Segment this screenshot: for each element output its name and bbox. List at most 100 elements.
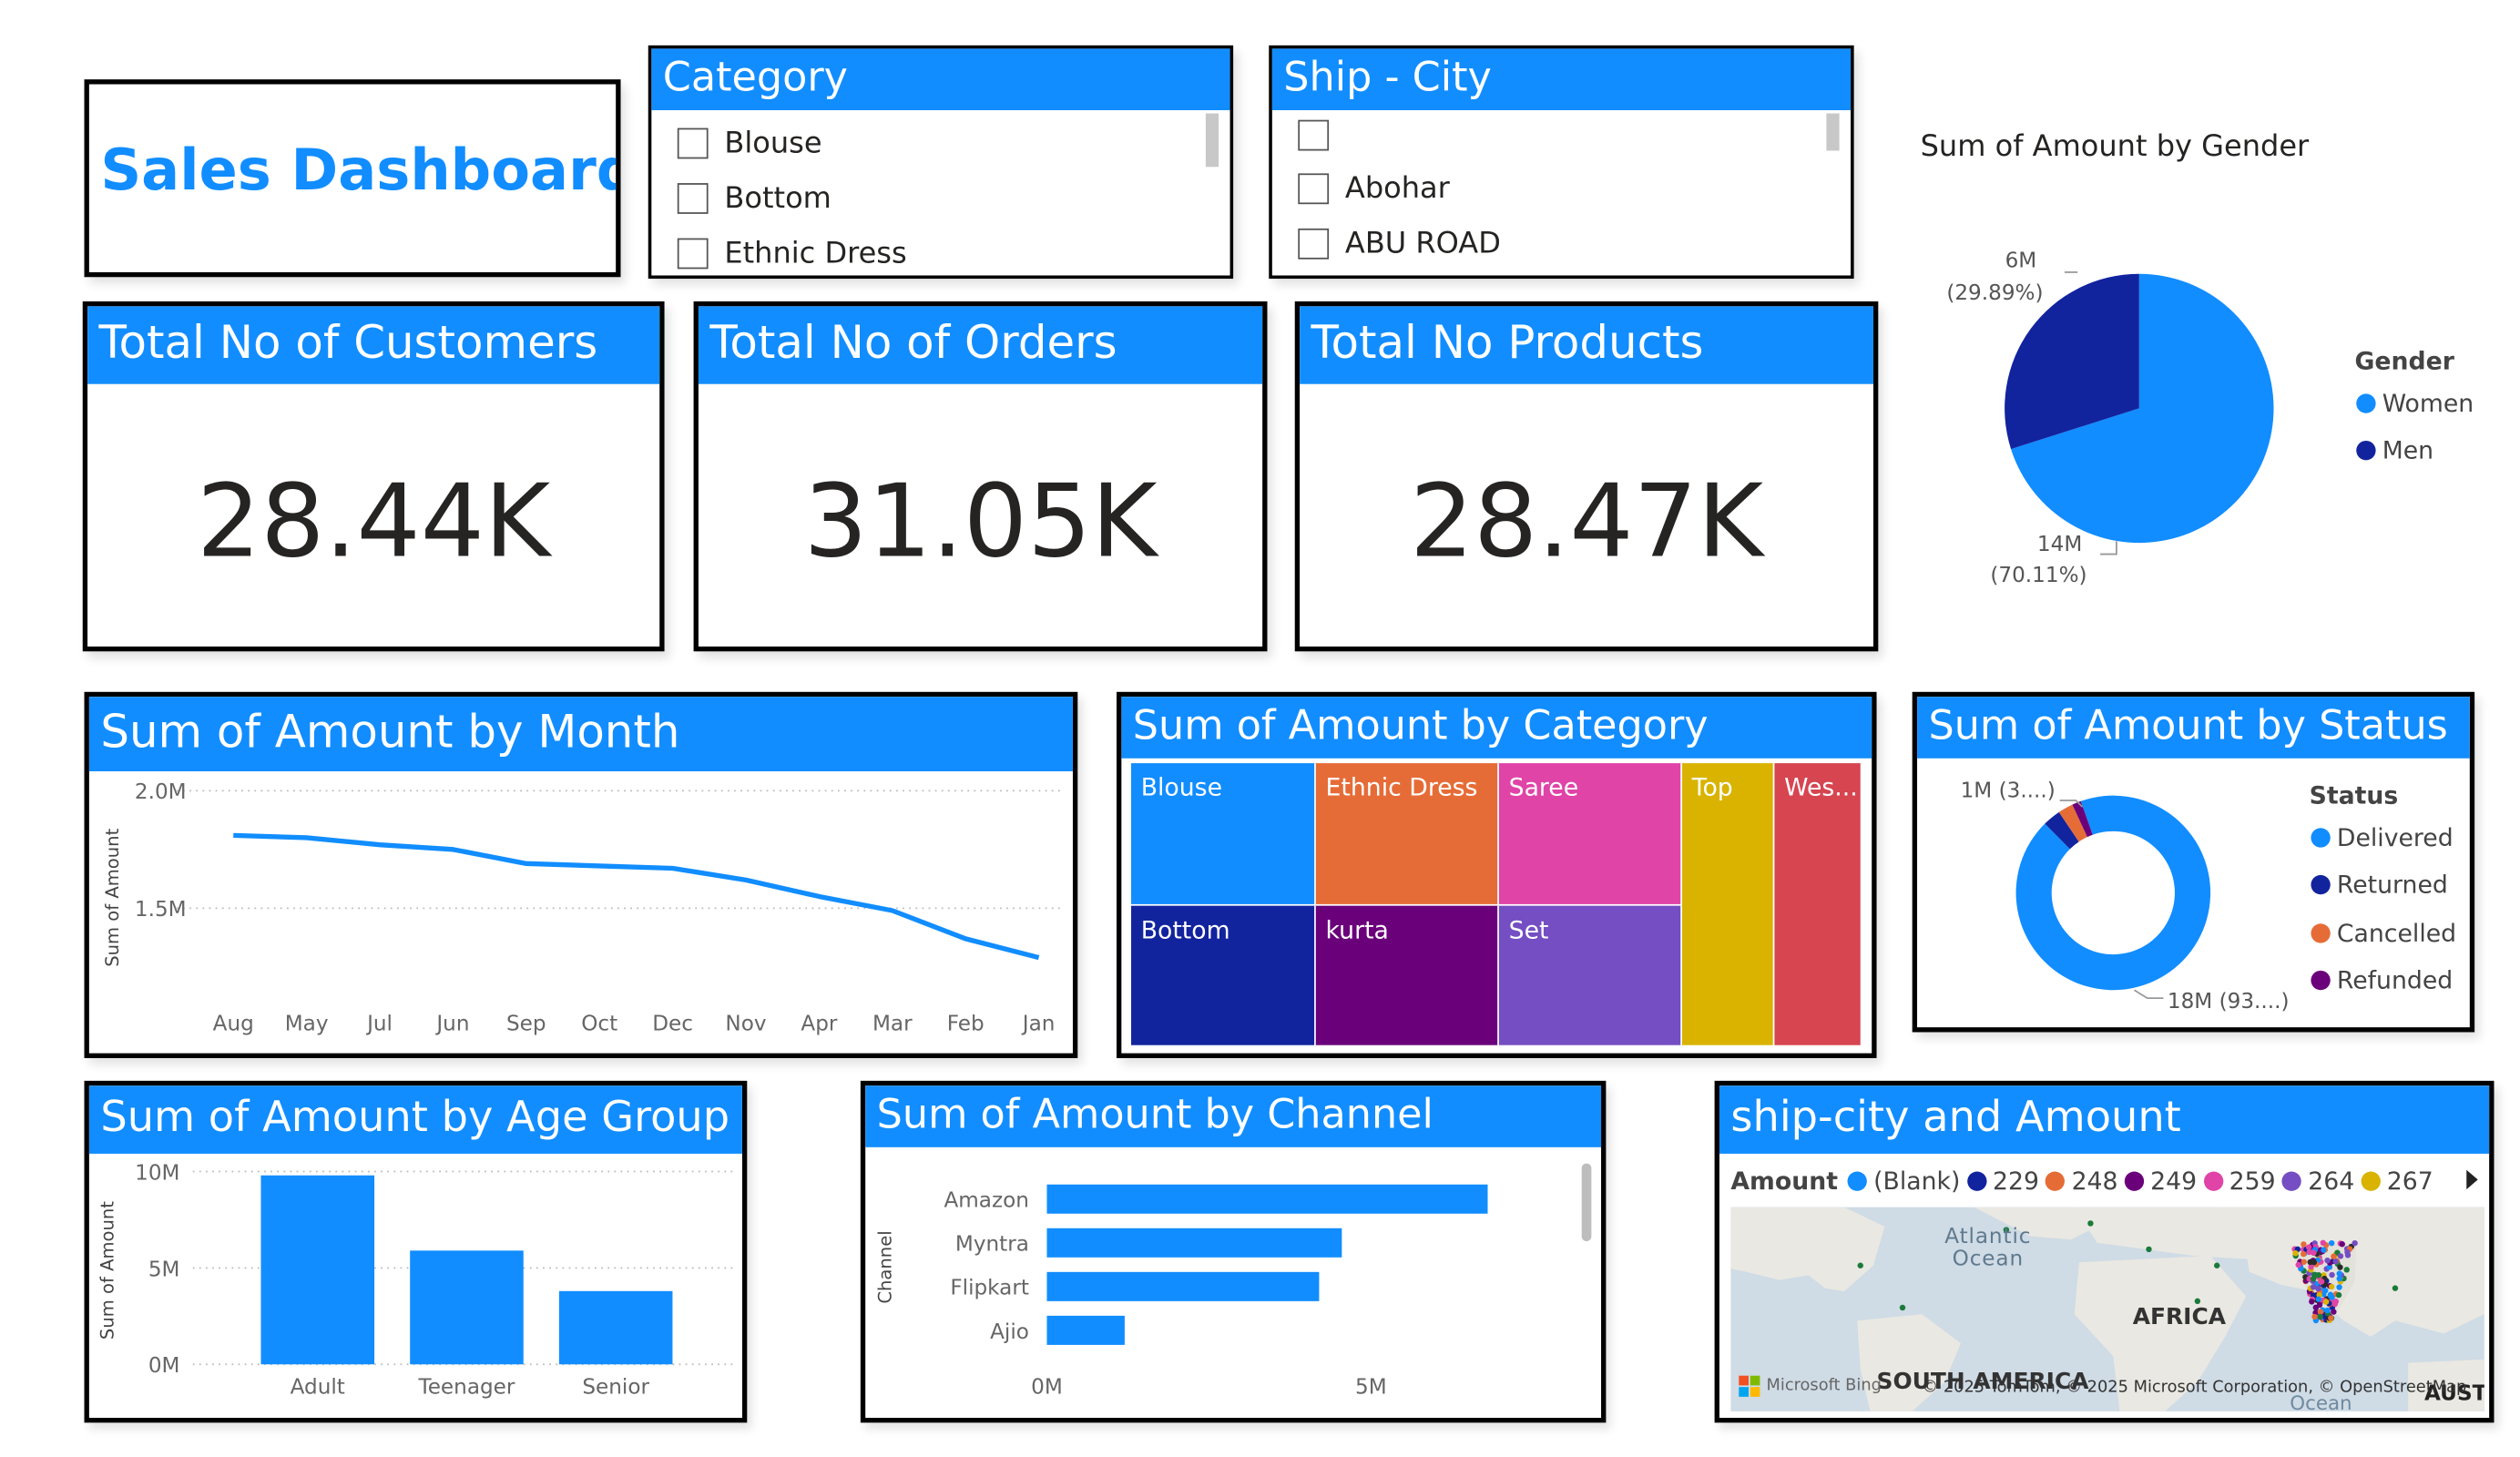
legend-item[interactable]: 267 xyxy=(2387,1167,2433,1196)
chart-scrollbar[interactable] xyxy=(1581,1163,1592,1242)
legend-item-cancelled[interactable]: Cancelled xyxy=(2311,919,2456,948)
legend-item-refunded[interactable]: Refunded xyxy=(2311,966,2453,995)
treemap-cell-ethnic-dress[interactable]: Ethnic Dress xyxy=(1315,763,1499,906)
checkbox[interactable] xyxy=(1298,119,1330,151)
checkbox[interactable] xyxy=(677,238,709,270)
channel-bar-chart: Sum of Amount by Channel Amazon Myntra Fli… xyxy=(860,1080,1607,1423)
data-label: 18M (93....) xyxy=(2168,990,2290,1014)
x-tick-label: 5M xyxy=(1355,1375,1387,1399)
treemap-cell-set[interactable]: Set xyxy=(1498,905,1683,1047)
kpi-value: 28.47K xyxy=(1409,462,1764,581)
legend-item-men[interactable]: Men xyxy=(2356,436,2433,465)
map-dot xyxy=(1857,1262,1863,1269)
legend-title: Amount xyxy=(1730,1167,1838,1197)
legend-item[interactable]: 248 xyxy=(2072,1167,2118,1196)
chart-title: Sum of Amount by Age Group xyxy=(88,1085,742,1154)
legend-next-arrow-icon[interactable] xyxy=(2466,1169,2478,1190)
slicer-item-bottom[interactable]: Bottom xyxy=(677,181,831,216)
y-tick-label: Ajio xyxy=(990,1320,1029,1344)
age-group-bar-chart: Sum of Amount by Age Group 0M 5M 10M Adult T… xyxy=(84,1080,748,1423)
bar-adult xyxy=(260,1175,375,1365)
legend-item[interactable]: 249 xyxy=(2150,1167,2197,1196)
category-slicer-title: Category xyxy=(651,48,1230,110)
leader-line xyxy=(2100,541,2117,555)
y-tick-label: Myntra xyxy=(955,1233,1029,1257)
treemap-cell-blouse[interactable]: Blouse xyxy=(1131,763,1316,906)
map-dot xyxy=(2331,1253,2337,1259)
donut-slice-delivered xyxy=(2015,795,2211,991)
chart-title: Sum of Amount by Channel xyxy=(865,1085,1602,1147)
slicer-item-blank[interactable] xyxy=(1298,119,1345,151)
map-dot xyxy=(2318,1279,2325,1285)
legend-dot xyxy=(2356,393,2376,413)
y-tick-label: 1.5M xyxy=(135,898,187,922)
treemap-cell-kurta[interactable]: kurta xyxy=(1315,905,1499,1047)
map-dot xyxy=(2324,1257,2331,1264)
ocean-label: Atlantic Ocean xyxy=(1944,1225,2032,1272)
slicer-item-abu-road[interactable]: ABU ROAD xyxy=(1298,227,1501,260)
slicer-scrollbar[interactable] xyxy=(1826,113,1840,151)
continent-label-africa: AFRICA xyxy=(2132,1304,2227,1330)
map-dot xyxy=(2328,1315,2334,1321)
slicer-item-ethnic-dress[interactable]: Ethnic Dress xyxy=(677,237,907,270)
bing-logo: Microsoft Bing xyxy=(1739,1375,1882,1397)
map-dot xyxy=(2309,1299,2315,1305)
bar-amazon xyxy=(1046,1184,1488,1214)
treemap-area: Blouse Ethnic Dress Saree Top Wes... Bot… xyxy=(1131,763,1862,1047)
y-tick-label: 2.0M xyxy=(135,780,187,804)
title-card: Sales Dashboard xyxy=(84,79,621,278)
bar-plot: 0M 5M 10M Adult Teenager Senior Sum of Amount xyxy=(97,1161,735,1399)
kpi-card-products: Total No Products 28.47K xyxy=(1294,301,1879,652)
treemap-cell-western[interactable]: Wes... xyxy=(1774,763,1862,1047)
map-dot xyxy=(2324,1307,2331,1314)
ship-city-map: ship-city and Amount Amount (Blank) 229 … xyxy=(1714,1080,2494,1423)
map-dot xyxy=(2315,1296,2321,1302)
map-dot xyxy=(2328,1283,2335,1290)
map-dot xyxy=(2329,1271,2335,1279)
legend-dot xyxy=(2356,440,2376,461)
data-label: 1M (3....) xyxy=(1961,779,2056,802)
legend-dot xyxy=(2311,828,2331,848)
checkbox[interactable] xyxy=(677,127,709,159)
chart-title: Sum of Amount by Status xyxy=(1917,697,2470,759)
map-dot xyxy=(2392,1285,2399,1291)
legend-item[interactable]: 264 xyxy=(2308,1167,2354,1196)
legend-item-women[interactable]: Women xyxy=(2356,389,2474,418)
slicer-scrollbar[interactable] xyxy=(1205,113,1219,168)
checkbox[interactable] xyxy=(677,183,709,214)
map-dot xyxy=(2214,1262,2220,1269)
legend-item-returned[interactable]: Returned xyxy=(2311,871,2448,900)
map-dot xyxy=(2321,1247,2327,1253)
map-dot xyxy=(2335,1291,2342,1299)
legend-item[interactable]: 259 xyxy=(2229,1167,2276,1196)
legend-title: Gender xyxy=(2354,346,2454,376)
bar-myntra xyxy=(1046,1228,1342,1258)
treemap-cell-top[interactable]: Top xyxy=(1682,763,1775,1047)
legend-dot xyxy=(2361,1171,2381,1191)
legend-item[interactable]: 229 xyxy=(1993,1167,2039,1196)
checkbox[interactable] xyxy=(1298,228,1330,260)
map-dot xyxy=(2339,1241,2345,1248)
x-tick-label: Teenager xyxy=(418,1375,515,1399)
treemap-cell-saree[interactable]: Saree xyxy=(1498,763,1683,906)
map-dot xyxy=(2336,1275,2342,1282)
legend-item-delivered[interactable]: Delivered xyxy=(2311,823,2454,852)
legend-item[interactable]: (Blank) xyxy=(1873,1167,1960,1196)
map-canvas[interactable]: Atlantic Ocean AFRICA SOUTH AMERICA AUST … xyxy=(1730,1207,2484,1411)
x-tick-label: Apr xyxy=(801,1013,837,1036)
treemap-cell-bottom[interactable]: Bottom xyxy=(1131,905,1316,1047)
map-dot xyxy=(1899,1304,1906,1311)
slicer-item-abohar[interactable]: Abohar xyxy=(1298,172,1450,206)
data-label: (29.89%) xyxy=(1946,281,2043,305)
map-attribution[interactable]: © 2025 TomTom, © 2025 Microsoft Corporat… xyxy=(1922,1379,2466,1397)
checkbox[interactable] xyxy=(1298,173,1330,205)
line-series xyxy=(233,832,1040,961)
gender-pie-chart: Sum of Amount by Gender 6M (29.89%) 14M (70… xyxy=(1913,114,2496,632)
legend-dot xyxy=(2124,1171,2145,1191)
slicer-item-blouse[interactable]: Blouse xyxy=(677,127,822,160)
legend-dot xyxy=(2311,970,2331,991)
x-tick-label: 0M xyxy=(1031,1375,1063,1399)
legend-title: Status xyxy=(2309,780,2399,810)
map-dot xyxy=(2315,1272,2322,1279)
map-dot xyxy=(2311,1313,2318,1320)
